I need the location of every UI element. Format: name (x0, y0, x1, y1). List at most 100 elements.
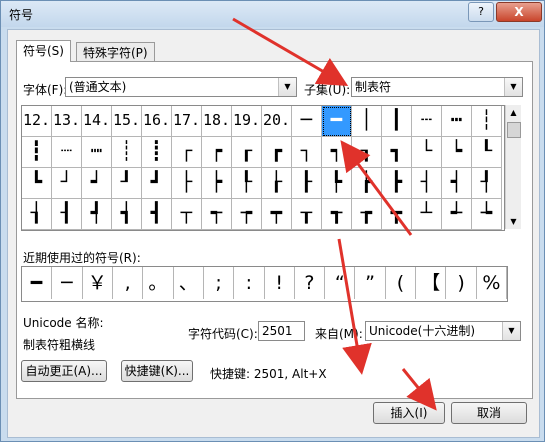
symbol-cell[interactable]: ┳ (382, 199, 412, 230)
symbol-cell[interactable]: 12. (22, 106, 52, 137)
symbol-cell[interactable]: ┆ (472, 106, 502, 137)
recent-symbol[interactable]: 【 (416, 267, 447, 299)
symbol-cell[interactable]: ┵ (442, 199, 472, 230)
symbol-cell[interactable]: ┛ (142, 168, 172, 199)
symbol-cell[interactable]: 15. (112, 106, 142, 137)
symbol-cell[interactable]: ━ (322, 106, 352, 137)
symbol-cell[interactable]: ┌ (172, 137, 202, 168)
chevron-down-icon[interactable]: ▼ (504, 78, 522, 96)
recent-symbol[interactable]: 、 (174, 267, 204, 299)
symbol-cell[interactable]: ┧ (22, 199, 52, 230)
symbol-cell[interactable]: 19. (232, 106, 262, 137)
symbol-cell[interactable]: 16. (142, 106, 172, 137)
recent-symbol[interactable]: ) (446, 267, 477, 299)
symbol-cell[interactable]: ┠ (292, 168, 322, 199)
symbol-cell[interactable]: ┩ (82, 199, 112, 230)
symbol-cell[interactable]: ┰ (292, 199, 322, 230)
chevron-down-icon[interactable]: ▼ (502, 322, 520, 340)
symbol-cell[interactable]: ┊ (112, 137, 142, 168)
from-select[interactable]: Unicode(十六进制) ▼ (365, 321, 521, 341)
recent-symbol[interactable]: ! (265, 267, 295, 299)
tab-special-characters[interactable]: 特殊字符(P) (76, 42, 155, 62)
font-select[interactable]: (普通文本) ▼ (65, 77, 297, 97)
recent-symbol[interactable]: “ (325, 267, 356, 299)
symbol-cell[interactable]: ┶ (472, 199, 502, 230)
symbol-cell[interactable]: ┖ (472, 137, 502, 168)
char-code-input[interactable]: 2501 (258, 321, 305, 341)
symbol-cell[interactable]: ┝ (202, 168, 232, 199)
help-button[interactable]: ? (468, 2, 494, 22)
symbol-cell[interactable]: ─ (292, 106, 322, 137)
symbol-cell[interactable]: 18. (202, 106, 232, 137)
symbol-cell[interactable]: ┙ (82, 168, 112, 199)
symbol-cell[interactable]: ┘ (52, 168, 82, 199)
symbol-cell[interactable]: │ (352, 106, 382, 137)
grid-scrollbar[interactable]: ▲ ▼ (505, 105, 521, 229)
symbol-cell[interactable]: ┐ (292, 137, 322, 168)
symbol-cell[interactable]: ┞ (232, 168, 262, 199)
chevron-down-icon[interactable]: ▼ (278, 78, 296, 96)
symbol-cell[interactable]: 14. (82, 106, 112, 137)
tab-symbols[interactable]: 符号(S) (16, 40, 71, 62)
symbol-cell[interactable]: ┎ (232, 137, 262, 168)
symbol-cell[interactable]: ┒ (352, 137, 382, 168)
recent-symbol[interactable]: 。 (143, 267, 174, 299)
symbol-cell[interactable]: ┉ (82, 137, 112, 168)
symbol-cell[interactable]: ┇ (22, 137, 52, 168)
symbol-cell[interactable]: ┓ (382, 137, 412, 168)
symbol-cell[interactable]: ┍ (202, 137, 232, 168)
symbol-cell[interactable]: ┚ (112, 168, 142, 199)
symbol-cell[interactable]: └ (412, 137, 442, 168)
symbol-cell[interactable]: ┬ (172, 199, 202, 230)
recent-symbol[interactable]: ( (386, 267, 417, 299)
close-button[interactable]: X (496, 2, 542, 22)
symbol-cell[interactable]: ┴ (412, 199, 442, 230)
symbol-cell[interactable]: ┈ (52, 137, 82, 168)
symbol-cell[interactable]: ┭ (202, 199, 232, 230)
symbol-cell[interactable]: ┡ (322, 168, 352, 199)
symbol-cell[interactable]: ┕ (442, 137, 472, 168)
recent-symbol[interactable]: ─ (52, 267, 83, 299)
symbol-cell[interactable]: ┑ (322, 137, 352, 168)
recent-symbol[interactable]: % (477, 267, 507, 299)
symbol-cell[interactable]: ┄ (412, 106, 442, 137)
symbol-cell[interactable]: ├ (172, 168, 202, 199)
symbol-cell[interactable]: ┲ (352, 199, 382, 230)
symbol-cell[interactable]: ┣ (382, 168, 412, 199)
symbol-cell[interactable]: ┢ (352, 168, 382, 199)
symbol-cell[interactable]: ┦ (472, 168, 502, 199)
symbol-cell[interactable]: ┱ (322, 199, 352, 230)
symbol-cell[interactable]: ┯ (262, 199, 292, 230)
subset-select[interactable]: 制表符 ▼ (351, 77, 523, 97)
scroll-down-icon[interactable]: ▼ (506, 214, 521, 229)
recent-symbol[interactable]: ; (204, 267, 235, 299)
insert-button[interactable]: 插入(I) (373, 402, 445, 424)
symbol-cell[interactable]: ┃ (382, 106, 412, 137)
symbol-cell[interactable]: ┤ (412, 168, 442, 199)
symbol-cell[interactable]: ┋ (142, 137, 172, 168)
recent-symbol[interactable]: ” (355, 267, 386, 299)
autocorrect-button[interactable]: 自动更正(A)... (21, 360, 107, 382)
recent-symbol[interactable]: , (113, 267, 144, 299)
recent-symbol[interactable]: ￥ (83, 267, 113, 299)
symbol-cell[interactable]: 17. (172, 106, 202, 137)
symbol-cell[interactable]: ┗ (22, 168, 52, 199)
symbol-cell[interactable]: ┨ (52, 199, 82, 230)
symbol-cell[interactable]: ┅ (442, 106, 472, 137)
symbol-cell[interactable]: 13. (52, 106, 82, 137)
shortcut-key-button[interactable]: 快捷键(K)... (121, 360, 193, 382)
symbol-cell[interactable]: ┟ (262, 168, 292, 199)
scroll-up-icon[interactable]: ▲ (506, 105, 521, 120)
symbol-cell[interactable]: ┫ (142, 199, 172, 230)
symbol-cell[interactable]: 20. (262, 106, 292, 137)
symbol-cell[interactable]: ┏ (262, 137, 292, 168)
symbol-cell[interactable]: ┮ (232, 199, 262, 230)
symbol-grid[interactable]: 12. 13. 14. 15. 16. 17. 18. 19. 20. ─ ━ │ ┃ ┄ ┅ ┆ ┇ ┈ ┉ ┊ ┋ ┌… (21, 105, 505, 231)
recent-symbols[interactable]: ━ ─ ￥,。、;:!? “”(【)% (21, 266, 508, 302)
recent-symbol[interactable]: : (234, 267, 265, 299)
symbol-cell[interactable]: ┥ (442, 168, 472, 199)
symbol-cell[interactable]: ┪ (112, 199, 142, 230)
scroll-thumb[interactable] (507, 122, 521, 138)
recent-symbol[interactable]: ? (295, 267, 326, 299)
recent-symbol[interactable]: ━ (22, 267, 53, 299)
